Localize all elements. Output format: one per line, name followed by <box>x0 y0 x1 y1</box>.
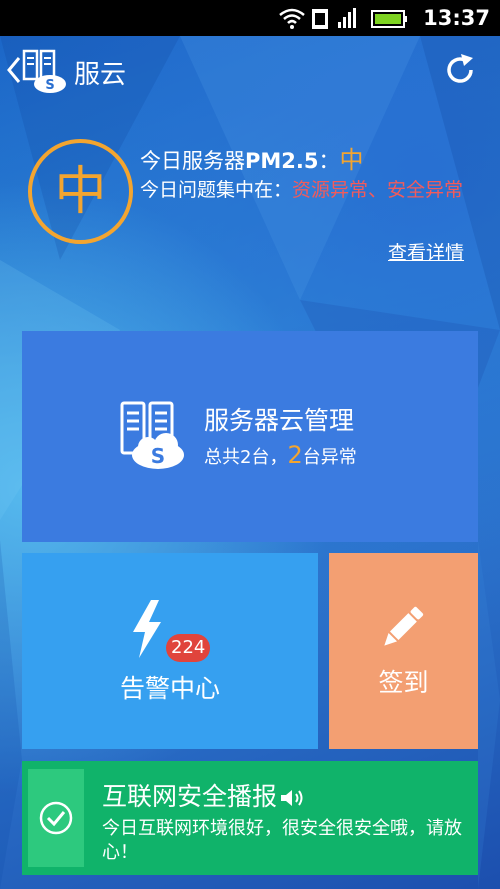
sign-in-tile[interactable]: 签到 <box>329 553 478 749</box>
pm-line: 今日服务器PM2.5：中 <box>140 140 364 175</box>
status-icons <box>279 8 407 29</box>
app-header: S 服云 <box>0 36 500 106</box>
issue-text: 资源异常、安全异常 <box>292 179 464 201</box>
check-panel <box>28 769 84 867</box>
status-time: 13:37 <box>423 6 490 30</box>
sim-icon <box>312 9 328 29</box>
issue-line: 今日问题集中在：资源异常、安全异常 <box>140 178 485 202</box>
wifi-icon <box>279 8 305 29</box>
status-bar: 13:37 <box>0 0 500 36</box>
lightning-icon <box>133 600 161 658</box>
refresh-icon[interactable] <box>442 52 478 88</box>
signal-icon <box>338 8 356 28</box>
alarm-count-badge: 224 <box>166 634 211 662</box>
server-cloud-icon: S <box>120 401 184 469</box>
app-logo-icon: S <box>22 49 66 93</box>
server-total: 总共2台， <box>204 447 288 468</box>
alarm-center-tile[interactable]: 224 告警中心 <box>22 553 318 749</box>
gauge-level: 中 <box>54 161 107 222</box>
server-tile-title: 服务器云管理 <box>204 406 355 435</box>
broadcast-title: 互联网安全播报 <box>102 782 278 811</box>
abnormal-count: 2 <box>287 441 303 469</box>
pencil-icon <box>384 606 424 646</box>
broadcast-title-row: 互联网安全播报 <box>102 777 307 813</box>
speaker-icon <box>281 790 303 806</box>
battery-icon <box>371 10 407 28</box>
server-abnormal-suffix: 台异常 <box>302 447 357 468</box>
alarm-tile-title: 告警中心 <box>119 674 220 703</box>
back-icon[interactable] <box>4 54 24 86</box>
app-title: 服云 <box>74 60 127 90</box>
broadcast-body: 今日互联网环境很好，很安全很安全哦，请放心！ <box>102 818 462 863</box>
view-details-link[interactable]: 查看详情 <box>388 238 464 265</box>
pm-prefix: 今日服务器 <box>140 149 245 173</box>
pm-label: PM2.5 <box>245 149 319 173</box>
sign-in-title: 签到 <box>378 668 429 697</box>
pm-value: 中 <box>339 146 364 174</box>
security-broadcast-tile[interactable]: 互联网安全播报 今日互联网环境很好，很安全很安全哦，请放心！ <box>22 761 478 875</box>
pm-separator: ： <box>318 149 340 173</box>
check-circle-icon <box>39 801 73 835</box>
issue-prefix: 今日问题集中在： <box>140 179 293 201</box>
server-cloud-tile[interactable]: S 服务器云管理 总共2台，2台异常 <box>22 331 478 542</box>
svg-text:S: S <box>151 444 165 468</box>
server-tile-subtitle: 总共2台，2台异常 <box>204 441 357 469</box>
pm-gauge: 中 <box>28 139 133 244</box>
svg-text:S: S <box>45 78 54 93</box>
